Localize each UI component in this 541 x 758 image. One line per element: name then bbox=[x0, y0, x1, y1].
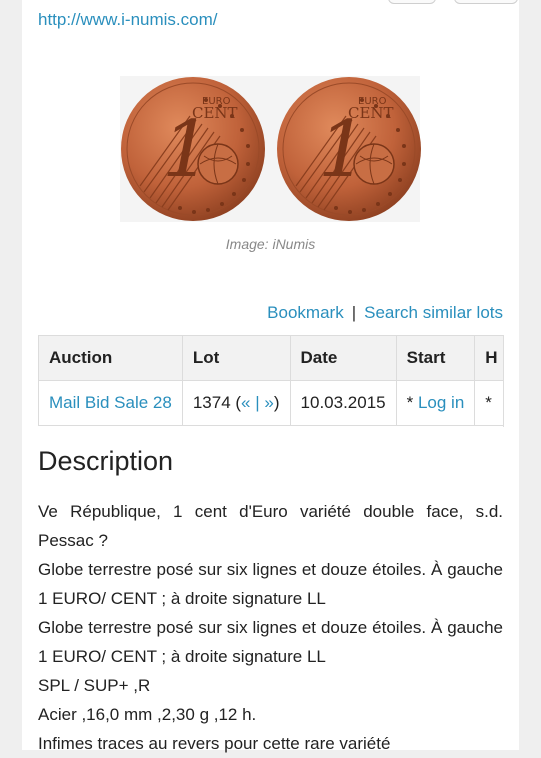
description-line: Ve République, 1 cent d'Euro variété dou… bbox=[38, 502, 503, 550]
lot-number: 1374 ( bbox=[192, 393, 242, 412]
description-line: Globe terrestre posé sur six lignes et d… bbox=[38, 560, 503, 608]
table-header-row: Auction Lot Date Start H bbox=[38, 335, 503, 381]
lot-nav-separator: | bbox=[250, 393, 265, 412]
lot-close-paren: ) bbox=[273, 393, 280, 412]
top-button-partial-1[interactable] bbox=[388, 0, 436, 4]
cell-partial: * bbox=[474, 380, 503, 426]
column-header-date: Date bbox=[289, 335, 397, 381]
actions-separator: | bbox=[351, 303, 357, 322]
start-prefix: * bbox=[406, 393, 418, 412]
column-header-lot: Lot bbox=[181, 335, 291, 381]
description-line: Infimes traces au revers pour cette rare… bbox=[38, 734, 391, 753]
coin-image: 1 EURO CENT 1 EURO CENT bbox=[120, 76, 421, 222]
column-header-auction: Auction bbox=[38, 335, 183, 381]
column-header-partial: H bbox=[474, 335, 503, 381]
description-line: Acier ,16,0 mm ,2,30 g ,12 h. bbox=[38, 705, 257, 724]
image-caption: Image: iNumis bbox=[225, 236, 316, 252]
website-link[interactable]: http://www.i-numis.com/ bbox=[38, 10, 218, 30]
auction-link[interactable]: Mail Bid Sale 28 bbox=[49, 393, 172, 412]
auction-table-container[interactable]: Auction Lot Date Start H Mail Bid Sale 2… bbox=[38, 335, 504, 427]
search-similar-lots-link[interactable]: Search similar lots bbox=[364, 303, 503, 322]
lot-actions: Bookmark | Search similar lots bbox=[267, 303, 503, 323]
column-header-start: Start bbox=[395, 335, 476, 381]
bookmark-link[interactable]: Bookmark bbox=[267, 303, 344, 322]
previous-lot-link[interactable]: « bbox=[241, 393, 250, 412]
description-line: Globe terrestre posé sur six lignes et d… bbox=[38, 618, 503, 666]
auction-table: Auction Lot Date Start H Mail Bid Sale 2… bbox=[38, 335, 503, 426]
login-link[interactable]: Log in bbox=[418, 393, 464, 412]
coin-reverse-image: 1 EURO CENT bbox=[277, 77, 421, 221]
svg-text:CENT: CENT bbox=[348, 104, 394, 122]
top-button-partial-2[interactable] bbox=[454, 0, 518, 4]
cell-date: 10.03.2015 bbox=[289, 380, 397, 426]
cell-start: * Log in bbox=[395, 380, 476, 426]
description-heading: Description bbox=[38, 446, 174, 476]
next-lot-link[interactable]: » bbox=[264, 393, 273, 412]
description-line: SPL / SUP+ ,R bbox=[38, 676, 151, 695]
cell-lot: 1374 (« | ») bbox=[181, 380, 291, 426]
coin-obverse-image: 1 EURO CENT bbox=[121, 77, 265, 221]
cell-auction: Mail Bid Sale 28 bbox=[38, 380, 183, 426]
table-row: Mail Bid Sale 28 1374 (« | ») 10.03.2015… bbox=[38, 380, 503, 426]
description-text: Ve République, 1 cent d'Euro variété dou… bbox=[38, 497, 503, 758]
svg-text:CENT: CENT bbox=[192, 104, 238, 122]
